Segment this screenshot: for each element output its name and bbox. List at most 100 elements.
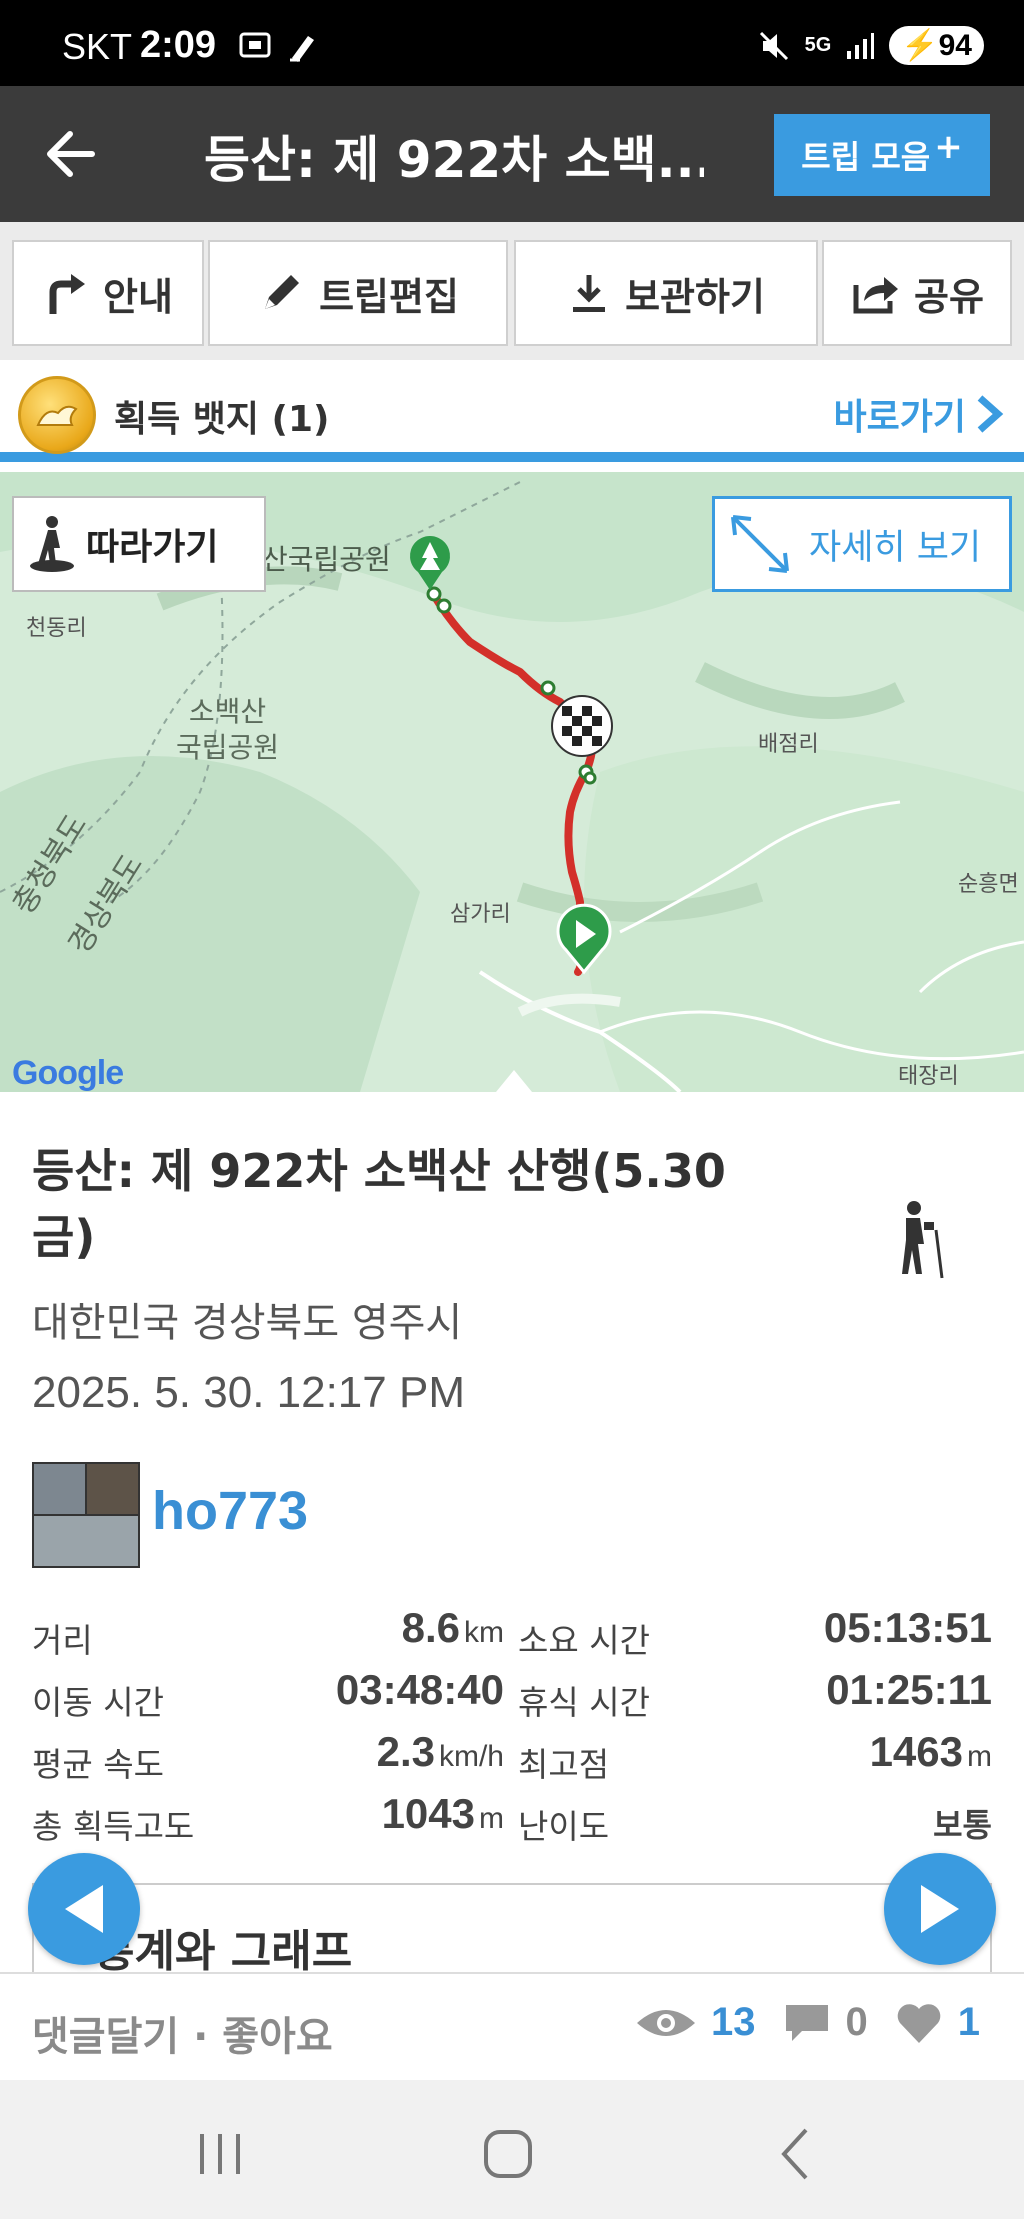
username-link[interactable]: ho773 [152,1480,308,1542]
hiking-activity-icon [902,1201,944,1279]
finish-marker [551,695,613,757]
comment-like-link[interactable]: 댓글달기 · 좋아요 [32,2004,333,2062]
chevron-right-icon [977,395,1004,433]
distance-value: 8.6 km [402,1604,504,1652]
clock: 2:09 [140,24,217,66]
map-pointer [496,1070,532,1092]
previous-trip-button[interactable] [28,1853,140,1965]
save-label: 보관하기 [625,274,765,319]
badge-medal-icon [18,376,96,454]
pencil-icon [265,275,300,309]
peak-number: 1463 [869,1728,963,1775]
back-button[interactable] [40,122,120,186]
expand-icon [731,515,789,573]
elevation-gain-number: 1043 [381,1790,475,1837]
carrier-label: SKT [62,26,133,67]
trip-collection-button[interactable]: 트립 모음 + [774,114,990,196]
distance-number: 8.6 [401,1604,460,1651]
avatar[interactable] [32,1462,140,1568]
share-label: 공유 [914,274,984,319]
map-label-baejeom: 배점리 [758,732,819,757]
battery-level: 94 [938,29,972,62]
map-label-park: 산국립공원 [262,543,391,576]
comment-bar: 댓글달기 · 좋아요 13 0 1 [0,1972,1024,2080]
elevation-gain-value: 1043 m [382,1790,504,1838]
trip-location: 대한민국 경상북도 영주시 [32,1300,463,1346]
map-label-sunheung: 순흥면 [958,872,1019,897]
detail-view-label: 자세히 보기 [809,527,982,568]
plus-icon: + [934,127,963,167]
avg-speed-unit: km/h [438,1740,504,1773]
duration-value: 05:13:51 [823,1604,992,1651]
peak-value: 1463 m [870,1728,992,1776]
avg-speed-value: 2.3 km/h [377,1728,504,1776]
turn-right-icon [49,274,86,314]
signature-icon [290,36,314,62]
badge-shortcut-link[interactable]: 바로가기 [834,388,1004,440]
triangle-left-icon [65,1885,103,1933]
map-label-sobaeksan: 소백산 국립공원 [176,695,280,764]
status-notification-icons [238,30,320,64]
rest-time-value: 01:25:11 [826,1666,992,1713]
moving-time-value: 03:48:40 [335,1666,504,1713]
app-header: 등산: 제 922차 소백... 트립 모음 + [0,86,1024,222]
shortcut-label: 바로가기 [833,397,966,438]
save-button[interactable]: 보관하기 [514,240,818,346]
trip-title: 등산: 제 922차 소백산 산행(5.30 금) [32,1144,726,1264]
peak-label: 최고점 [518,1745,610,1784]
signal-icon [847,32,875,59]
recent-apps-icon[interactable] [190,2124,250,2184]
download-icon [573,275,606,312]
stats-row: 이동 시간 03:48:40 휴식 시간 01:25:11 [0,1662,1024,1724]
trip-info-panel: 등산: 제 922차 소백산 산행(5.30 금) 대한민국 경상북도 영주시 … [0,1070,1024,1993]
avg-speed-label: 평균 속도 [32,1745,164,1784]
like-count: 1 [957,2000,980,2044]
stats-row: 총 획득고도 1043 m 난이도 보통 [0,1786,1024,1848]
guide-button[interactable]: 안내 [12,240,204,346]
badge-row[interactable]: 획득 뱃지 (1) 바로가기 [0,362,1024,462]
system-navigation-bar [0,2080,1024,2219]
screenshot-icon [239,32,271,58]
heart-icon[interactable] [894,2001,944,2045]
elevation-gain-unit: m [479,1802,504,1835]
difficulty-value: 보통 [933,1806,992,1844]
google-attribution: Google [12,1054,124,1092]
edit-trip-button[interactable]: 트립편집 [208,240,508,346]
eye-icon [637,2009,695,2036]
trip-collection-label: 트립 모음 [801,138,931,176]
badge-count-label: 획득 뱃지 (1) [114,399,330,440]
network-type-label: 5G [804,34,832,56]
distance-label: 거리 [32,1621,93,1660]
share-button[interactable]: 공유 [822,240,1012,346]
home-icon[interactable] [478,2124,538,2184]
trip-datetime: 2025. 5. 30. 12:17 PM [32,1368,465,1417]
map-label-samgari: 삼가리 [450,902,511,927]
map-label-taejang: 태장리 [898,1064,959,1089]
next-trip-button[interactable] [884,1853,996,1965]
elevation-gain-label: 총 획득고도 [32,1807,195,1846]
distance-unit: km [464,1616,504,1649]
duration-label: 소요 시간 [518,1621,650,1660]
share-icon [853,277,899,314]
mute-icon [759,31,788,60]
stats-row: 거리 8.6 km 소요 시간 05:13:51 [0,1600,1024,1662]
page-title: 등산: 제 922차 소백... [204,131,704,189]
route-map[interactable]: 산국립공원 천동리 소백산 국립공원 배점리 삼가리 순흥면 충청북도 경상북도… [0,472,1024,1092]
comment-icon [785,2004,828,2041]
follow-button[interactable]: 따라가기 [12,496,266,592]
back-nav-icon[interactable] [766,2124,826,2184]
difficulty-label: 난이도 [518,1807,610,1846]
triangle-right-icon [921,1885,959,1933]
moving-time-label: 이동 시간 [32,1683,164,1722]
battery-indicator: ⚡94 [889,26,984,65]
detail-view-button[interactable]: 자세히 보기 [712,496,1012,592]
comment-count: 0 [845,2000,868,2044]
peak-unit: m [967,1740,992,1773]
google-attribution-text: Google [12,1054,124,1092]
stats-row: 평균 속도 2.3 km/h 최고점 1463 m [0,1724,1024,1786]
engagement-stats: 13 0 1 [635,2000,980,2045]
follow-label: 따라가기 [86,527,219,568]
view-count: 13 [711,2000,756,2044]
avg-speed-number: 2.3 [376,1728,435,1775]
action-bar: 안내 트립편집 보관하기 공유 [0,222,1024,360]
